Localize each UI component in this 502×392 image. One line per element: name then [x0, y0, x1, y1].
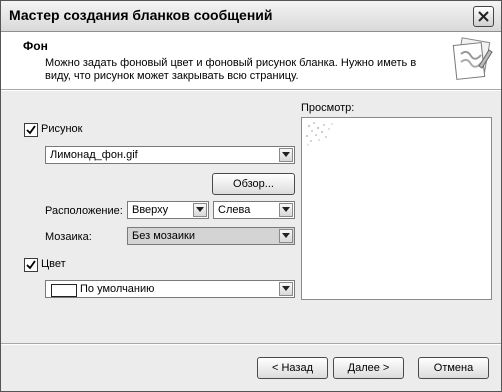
wizard-window: Мастер создания бланков сообщений Фон Мо… [0, 0, 502, 392]
next-button[interactable]: Далее > [333, 357, 404, 379]
color-checkbox[interactable] [24, 258, 38, 272]
close-button[interactable] [473, 6, 494, 27]
tiling-value: Без мозаики [132, 230, 196, 242]
stationery-icon [449, 36, 495, 85]
preview-label: Просмотр: [301, 102, 355, 114]
picture-checkbox[interactable] [24, 123, 38, 137]
color-value: По умолчанию [80, 283, 155, 295]
position-vertical-value: Вверху [132, 204, 169, 216]
position-horizontal-value: Слева [218, 204, 251, 216]
window-title: Мастер создания бланков сообщений [9, 7, 273, 23]
chevron-down-icon[interactable] [279, 282, 293, 296]
position-label: Расположение: [45, 205, 123, 217]
chevron-down-icon[interactable] [279, 203, 293, 217]
chevron-down-icon[interactable] [193, 203, 207, 217]
browse-button[interactable]: Обзор... [212, 173, 295, 195]
wizard-header: Фон Можно задать фоновый цвет и фоновый … [1, 32, 501, 90]
picture-file-select[interactable]: Лимонад_фон.gif [45, 146, 295, 164]
color-label[interactable]: Цвет [41, 258, 66, 270]
picture-file-value: Лимонад_фон.gif [50, 149, 138, 161]
header-divider [1, 90, 501, 91]
chevron-down-icon[interactable] [279, 229, 293, 243]
position-vertical-select[interactable]: Вверху [127, 201, 209, 219]
page-title: Фон [23, 39, 48, 53]
background-pattern-icon [304, 120, 338, 151]
picture-label[interactable]: Рисунок [41, 123, 83, 135]
color-swatch [51, 284, 77, 297]
page-description: Можно задать фоновый цвет и фоновый рису… [45, 57, 417, 82]
position-horizontal-select[interactable]: Слева [213, 201, 295, 219]
chevron-down-icon[interactable] [279, 148, 293, 162]
tiling-label: Мозаика: [45, 231, 92, 243]
cancel-button[interactable]: Отмена [418, 357, 489, 379]
preview-pane [301, 117, 492, 300]
footer-divider-highlight [1, 344, 501, 345]
back-button[interactable]: < Назад [257, 357, 328, 379]
color-select[interactable]: По умолчанию [45, 280, 295, 298]
title-bar: Мастер создания бланков сообщений [1, 1, 501, 32]
tiling-select[interactable]: Без мозаики [127, 227, 295, 245]
